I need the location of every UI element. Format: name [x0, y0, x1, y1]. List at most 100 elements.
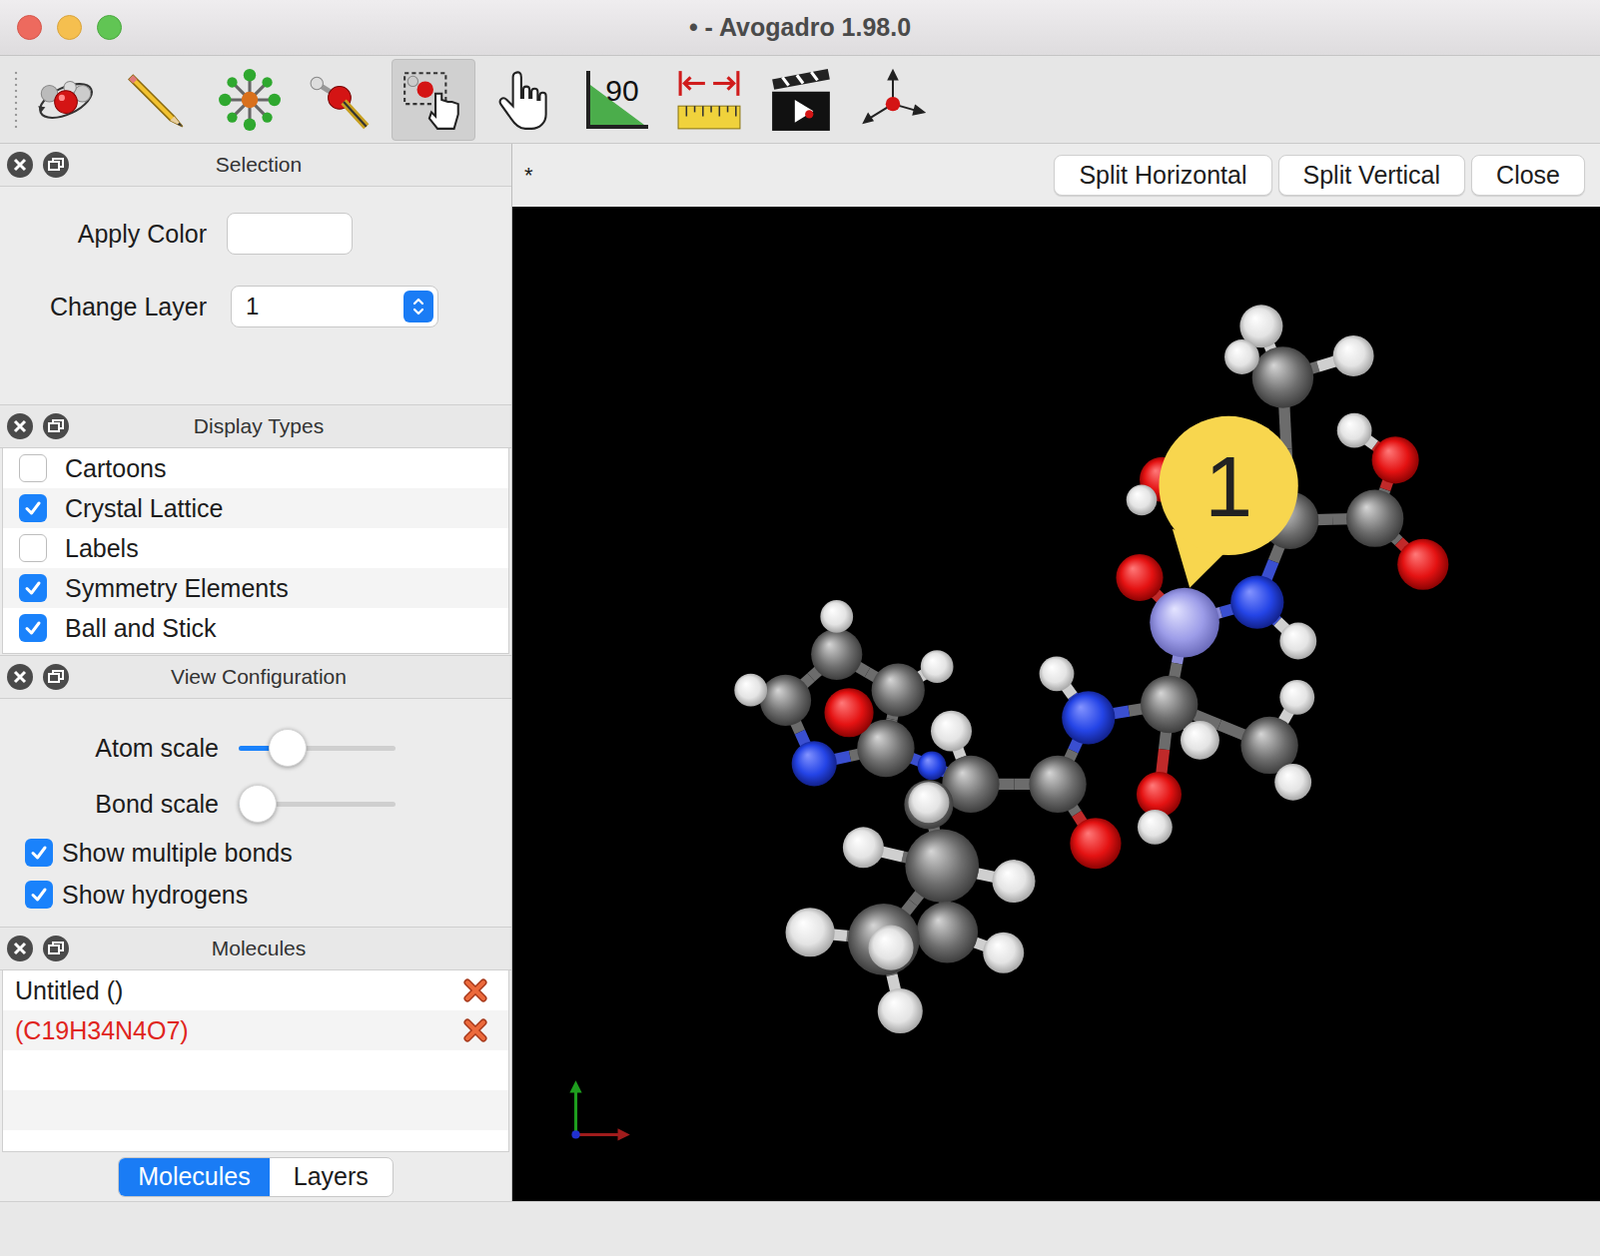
display-type-row[interactable]: Ball and Stick	[2, 608, 509, 649]
slider-track[interactable]	[238, 746, 396, 752]
display-type-label: Labels	[64, 534, 139, 564]
draw-tool[interactable]	[115, 58, 200, 141]
display-type-row[interactable]: Symmetry Elements	[2, 568, 509, 609]
minimize-window-button[interactable]	[56, 14, 82, 40]
molecule-row[interactable]: (C19H34N4O7)	[2, 1010, 509, 1051]
bond-centric-icon	[308, 66, 375, 133]
view-button[interactable]: Close	[1471, 154, 1586, 196]
option-row[interactable]: Show hydrogens	[0, 873, 512, 916]
option-label: Show hydrogens	[61, 880, 248, 910]
axes-indicator-icon	[569, 1080, 630, 1141]
panel-tab[interactable]: Molecules	[118, 1158, 270, 1197]
molecules-layers-tabs: MoleculesLayers	[117, 1157, 394, 1198]
display-type-label: Ball and Stick	[64, 614, 216, 644]
check-icon	[23, 499, 42, 518]
molecule-viewport[interactable]: 1	[512, 206, 1600, 1202]
selection-panel-header: Selection	[0, 143, 512, 187]
bonds	[751, 326, 1424, 1012]
close-panel-icon[interactable]	[5, 663, 34, 692]
change-layer-label: Change Layer	[0, 292, 227, 322]
display-types-panel-header: Display Types	[0, 405, 512, 449]
molecule-row[interactable]: Untitled ()	[2, 970, 509, 1011]
float-panel-icon[interactable]	[41, 150, 70, 179]
status-bar	[0, 1201, 1600, 1256]
check-icon	[23, 579, 42, 598]
float-panel-icon[interactable]	[41, 934, 70, 963]
slider-row: Atom scale	[0, 720, 512, 777]
check-icon	[29, 843, 48, 862]
slider-knob[interactable]	[268, 729, 307, 768]
panel-tab[interactable]: Layers	[269, 1158, 393, 1197]
close-window-button[interactable]	[16, 14, 42, 40]
display-type-row[interactable]: Labels	[2, 528, 509, 569]
checkbox[interactable]	[18, 454, 47, 483]
view-button[interactable]: Split Vertical	[1278, 154, 1467, 196]
checkbox[interactable]	[18, 534, 47, 563]
display-type-row[interactable]: Cartoons	[2, 448, 509, 489]
hand-icon	[492, 66, 559, 133]
animation-tool[interactable]	[759, 58, 843, 141]
axes-icon	[859, 66, 926, 133]
axis-tool[interactable]	[850, 58, 935, 141]
checkbox[interactable]	[24, 838, 53, 867]
checkbox[interactable]	[18, 614, 47, 643]
measure-icon: 90	[582, 66, 653, 133]
display-type-label: Symmetry Elements	[64, 574, 289, 604]
layer-spinbox[interactable]: 1	[230, 285, 439, 328]
display-types-panel-title: Display Types	[85, 414, 512, 439]
zoom-window-button[interactable]	[96, 14, 122, 40]
display-type-row[interactable]: Crystal Lattice	[2, 488, 509, 529]
measure-label: 90	[605, 73, 639, 107]
main-area: SelectionApply ColorChange Layer1Display…	[0, 143, 1600, 1202]
selection-badge: 1	[1158, 416, 1298, 589]
slider-label: Bond scale	[0, 790, 239, 819]
view-tab-bar: * Split HorizontalSplit VerticalClose	[512, 143, 1600, 207]
delete-icon[interactable]	[462, 1017, 489, 1044]
select-tool[interactable]	[391, 58, 476, 141]
display-types-list: Cartoons Crystal Lattice Labels Symmetry El…	[1, 448, 510, 655]
toolbar-grip[interactable]	[13, 69, 18, 130]
float-panel-icon[interactable]	[41, 412, 70, 441]
check-icon	[29, 885, 48, 904]
close-panel-icon[interactable]	[5, 150, 34, 179]
checkbox[interactable]	[18, 574, 47, 603]
view-area: * Split HorizontalSplit VerticalClose 1	[512, 143, 1600, 1202]
slider-knob[interactable]	[238, 785, 277, 823]
slider-track[interactable]	[238, 801, 396, 807]
molecule-render[interactable]: 1	[512, 206, 1600, 1202]
layer-stepper[interactable]	[403, 290, 434, 323]
molecule-label: Untitled ()	[14, 976, 123, 1006]
check-icon	[23, 619, 42, 638]
toolbar: 90	[0, 55, 1600, 144]
template-icon	[216, 66, 283, 133]
title-bar: • - Avogadro 1.98.0	[0, 0, 1600, 56]
template-tool[interactable]	[207, 58, 292, 141]
align-tool[interactable]	[667, 58, 752, 141]
delete-icon[interactable]	[462, 977, 489, 1004]
molecules-panel-title: Molecules	[85, 936, 512, 961]
window-title: • - Avogadro 1.98.0	[689, 12, 911, 42]
color-swatch[interactable]	[226, 212, 353, 255]
checkbox[interactable]	[18, 494, 47, 523]
checkbox[interactable]	[24, 880, 53, 909]
close-panel-icon[interactable]	[5, 412, 34, 441]
float-panel-icon[interactable]	[41, 663, 70, 692]
view-tab[interactable]: *	[524, 162, 534, 189]
close-panel-icon[interactable]	[5, 934, 34, 963]
manipulate-tool[interactable]	[483, 58, 568, 141]
option-row[interactable]: Show multiple bonds	[0, 831, 512, 874]
molecule-label: (C19H34N4O7)	[14, 1016, 189, 1046]
measure-tool[interactable]: 90	[575, 58, 660, 141]
badge-number: 1	[1204, 438, 1253, 535]
slider-label: Atom scale	[0, 734, 239, 764]
bond-tool[interactable]	[299, 58, 384, 141]
navigate-tool[interactable]	[23, 58, 108, 141]
view-configuration-panel-header: View Configuration	[0, 656, 512, 700]
clapperboard-icon	[768, 66, 834, 133]
apply-color-label: Apply Color	[0, 219, 227, 249]
display-type-label: Crystal Lattice	[64, 494, 223, 524]
atoms[interactable]	[734, 304, 1449, 1034]
molecules-panel-header: Molecules	[0, 927, 512, 971]
view-button[interactable]: Split Horizontal	[1053, 154, 1272, 196]
slider-row: Bond scale	[0, 776, 512, 832]
